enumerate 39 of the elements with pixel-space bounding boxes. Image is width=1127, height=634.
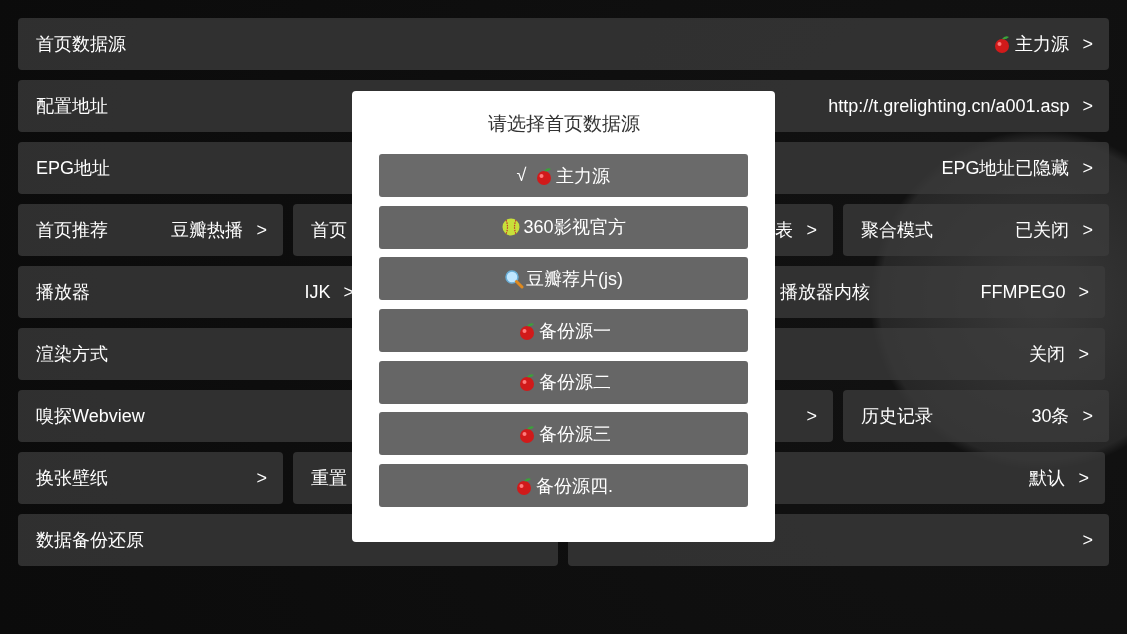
setting-label: EPG地址	[36, 157, 110, 180]
setting-label: 首页	[311, 219, 347, 242]
setting-value: 关闭	[1029, 343, 1066, 366]
setting-value: 豆瓣热播	[171, 219, 244, 242]
setting-value: FFMPEG0	[980, 281, 1066, 303]
setting-value: 表	[775, 219, 794, 242]
chevron: >	[1082, 95, 1093, 117]
setting-label: 数据备份还原	[36, 529, 144, 552]
setting-label: 播放器内核	[780, 281, 870, 304]
chevron: >	[1078, 343, 1089, 365]
chevron: >	[1078, 281, 1089, 303]
setting-label: 聚合模式	[861, 219, 933, 242]
setting-label: 重置	[311, 467, 347, 490]
setting-label: 首页推荐	[36, 219, 108, 242]
chevron: >	[256, 219, 267, 241]
chevron: >	[256, 467, 267, 489]
setting-value: 主力源	[1015, 33, 1070, 56]
chevron: >	[1082, 405, 1093, 427]
setting-value: IJK	[304, 281, 331, 303]
setting-label: 换张壁纸	[36, 467, 108, 490]
setting-label: 播放器	[36, 281, 90, 304]
setting-label: 首页数据源	[36, 33, 126, 56]
chevron: >	[1082, 33, 1093, 55]
setting-label: 历史记录	[861, 405, 933, 428]
setting-value: 已关闭	[1015, 219, 1070, 242]
dialog-title: 请选择首页数据源	[487, 112, 640, 136]
chevron: >	[1082, 529, 1093, 551]
setting-value: 默认	[1029, 467, 1066, 490]
chevron: >	[1082, 157, 1093, 179]
setting-value: 30条	[1031, 405, 1070, 428]
chevron: >	[1078, 467, 1089, 489]
setting-label: 渲染方式	[36, 343, 108, 366]
setting-value: EPG地址已隐藏	[941, 157, 1070, 180]
chevron: >	[1082, 219, 1093, 241]
setting-label: 嗅探Webview	[36, 405, 145, 428]
setting-label: 配置地址	[36, 95, 108, 118]
chevron: >	[806, 405, 817, 427]
chevron: >	[806, 219, 817, 241]
setting-value: http://t.grelighting.cn/a001.asp	[828, 95, 1070, 117]
